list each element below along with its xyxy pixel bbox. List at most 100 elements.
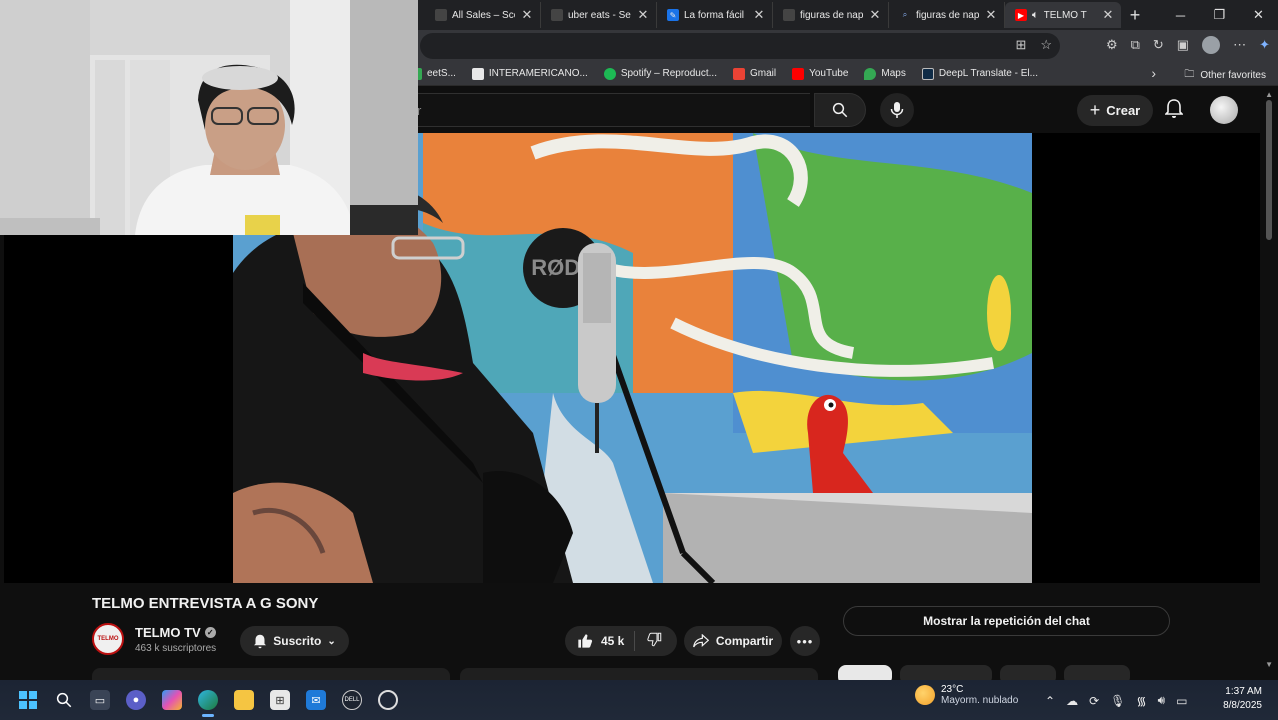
extensions-icon[interactable]: ⚙ xyxy=(1106,37,1118,53)
create-label: Crear xyxy=(1106,103,1141,118)
close-icon[interactable]: ✕ xyxy=(984,7,998,23)
file-explorer-button[interactable] xyxy=(226,682,262,718)
channel-avatar-text: TELMO xyxy=(97,636,119,642)
bell-icon xyxy=(254,634,267,648)
voice-search-button[interactable] xyxy=(880,93,914,127)
tab-label: TELMO T xyxy=(1043,9,1087,21)
new-tab-button[interactable]: + xyxy=(1121,2,1149,28)
screenshot-icon[interactable]: ▣ xyxy=(1177,37,1189,53)
search-icon xyxy=(832,102,848,118)
close-icon[interactable]: ✕ xyxy=(636,7,650,23)
close-icon[interactable]: ✕ xyxy=(520,7,534,23)
taskbar-clock[interactable]: 1:37 AM 8/8/2025 xyxy=(1214,685,1262,713)
share-button[interactable]: Compartir xyxy=(684,626,782,656)
like-count: 45 k xyxy=(601,634,625,648)
notifications-bell-icon[interactable] xyxy=(1165,99,1183,119)
copilot-button[interactable] xyxy=(154,682,190,718)
sync-icon[interactable]: ⟳ xyxy=(1089,694,1099,708)
description-box[interactable] xyxy=(92,668,450,680)
copilot-icon xyxy=(162,690,182,710)
other-favorites[interactable]: 🗀 Other favorites xyxy=(1184,67,1266,84)
collections-icon[interactable]: ⧉ xyxy=(1131,37,1140,53)
close-icon[interactable]: ✕ xyxy=(752,7,766,23)
taskbar-search-button[interactable] xyxy=(46,682,82,718)
create-button[interactable]: + Crear xyxy=(1077,95,1153,126)
bookmark-label: Spotify – Reproduct... xyxy=(620,68,717,79)
profile-avatar[interactable] xyxy=(1202,36,1221,54)
maximize-icon[interactable]: ❐ xyxy=(1200,0,1239,30)
clock-date: 8/8/2025 xyxy=(1223,700,1262,711)
dell-button[interactable]: DELL xyxy=(334,682,370,718)
more-actions-button[interactable]: ••• xyxy=(790,626,820,656)
scroll-down-arrow[interactable]: ▼ xyxy=(1265,660,1273,669)
apps-icon[interactable]: ⊞ xyxy=(1015,37,1026,53)
system-tray: ⌃ ☁ ⟳ 🎙︎ ᯾ 🔊︎ ▭ xyxy=(1045,692,1187,709)
page-scrollbar[interactable] xyxy=(1266,100,1272,240)
wifi-icon[interactable]: ᯾ xyxy=(1136,692,1146,709)
browser-tab[interactable]: ⌕ figuras de nap ✕ xyxy=(889,2,1005,28)
app-button[interactable] xyxy=(370,682,406,718)
edge-button[interactable] xyxy=(190,682,226,718)
chevron-right-icon[interactable]: › xyxy=(1151,65,1156,81)
favorite-star-icon[interactable]: ☆ xyxy=(1040,37,1052,53)
search-button[interactable] xyxy=(814,93,866,127)
close-icon[interactable]: ✕ xyxy=(868,7,882,23)
address-bar[interactable]: ⊞ ☆ xyxy=(420,33,1060,59)
bookmark-item[interactable]: YouTube xyxy=(792,67,848,80)
dislike-button[interactable] xyxy=(635,632,674,650)
webcam-scene xyxy=(0,0,418,235)
thumbs-down-icon xyxy=(647,632,662,647)
like-button[interactable]: 45 k xyxy=(565,631,636,651)
folder-icon: 🗀 xyxy=(1184,69,1195,80)
microphone-icon[interactable]: 🎙︎ xyxy=(1110,694,1125,708)
bookmark-item[interactable]: INTERAMERICANO... xyxy=(471,67,588,80)
teams-button[interactable]: ● xyxy=(118,682,154,718)
comments-preview[interactable] xyxy=(460,668,818,680)
bookmark-item[interactable]: DeepL Translate - El... xyxy=(921,67,1038,80)
history-icon[interactable]: ↻ xyxy=(1153,37,1164,53)
window-controls: ─ ❐ ✕ xyxy=(1161,0,1278,30)
tab-label: figuras de nap xyxy=(800,9,863,21)
volume-icon[interactable]: 🔊︎ xyxy=(1158,693,1166,708)
cloud-icon[interactable]: ☁ xyxy=(1066,694,1078,708)
search-input[interactable]: r xyxy=(410,93,810,127)
browser-tab[interactable]: All Sales – Sco ✕ xyxy=(425,2,541,28)
bookmark-item[interactable]: Maps xyxy=(864,67,906,80)
browser-tab-active[interactable]: ▶ 🔈︎ TELMO T ✕ xyxy=(1005,2,1121,28)
channel-avatar[interactable]: TELMO xyxy=(92,623,124,655)
account-avatar[interactable] xyxy=(1210,96,1238,124)
subscribed-button[interactable]: Suscrito ⌄ xyxy=(240,626,349,656)
browser-tab[interactable]: figuras de nap ✕ xyxy=(773,2,889,28)
minimize-icon[interactable]: ─ xyxy=(1161,0,1200,30)
close-icon[interactable]: ✕ xyxy=(1101,7,1115,23)
more-icon[interactable]: ⋯ xyxy=(1233,37,1246,53)
battery-icon[interactable]: ▭ xyxy=(1176,694,1187,708)
browser-tab[interactable]: uber eats - Se ✕ xyxy=(541,2,657,28)
channel-name-row[interactable]: TELMO TV ✓ xyxy=(135,625,216,640)
close-window-icon[interactable]: ✕ xyxy=(1239,0,1278,30)
bookmark-item[interactable]: Gmail xyxy=(732,67,776,80)
bookmark-label: Maps xyxy=(881,68,906,79)
store-button[interactable]: ⊞ xyxy=(262,682,298,718)
bookmark-item[interactable]: Spotify – Reproduct... xyxy=(603,67,717,80)
speaker-icon[interactable]: 🔈︎ xyxy=(1032,9,1039,22)
folder-icon xyxy=(234,690,254,710)
copilot-icon[interactable]: ✦ xyxy=(1259,37,1270,53)
channel-name[interactable]: TELMO TV xyxy=(135,625,201,640)
doc-icon xyxy=(471,67,484,80)
dell-icon: DELL xyxy=(342,690,362,710)
task-view-button[interactable]: ▭ xyxy=(82,682,118,718)
youtube-icon xyxy=(792,67,805,80)
other-favorites-label: Other favorites xyxy=(1200,70,1266,81)
show-chat-replay-button[interactable]: Mostrar la repetición del chat xyxy=(843,606,1170,636)
teams-icon: ● xyxy=(126,690,146,710)
mail-icon: ✉ xyxy=(306,690,326,710)
browser-tab[interactable]: ✎ La forma fácil ✕ xyxy=(657,2,773,28)
chevron-up-icon[interactable]: ⌃ xyxy=(1045,694,1055,708)
chat-replay-label: Mostrar la repetición del chat xyxy=(923,614,1090,628)
start-button[interactable] xyxy=(10,682,46,718)
weather-widget[interactable]: 23°C Mayorm. nublado xyxy=(915,684,1018,706)
mail-button[interactable]: ✉ xyxy=(298,682,334,718)
share-icon xyxy=(692,634,709,648)
scroll-up-arrow[interactable]: ▲ xyxy=(1265,90,1273,99)
